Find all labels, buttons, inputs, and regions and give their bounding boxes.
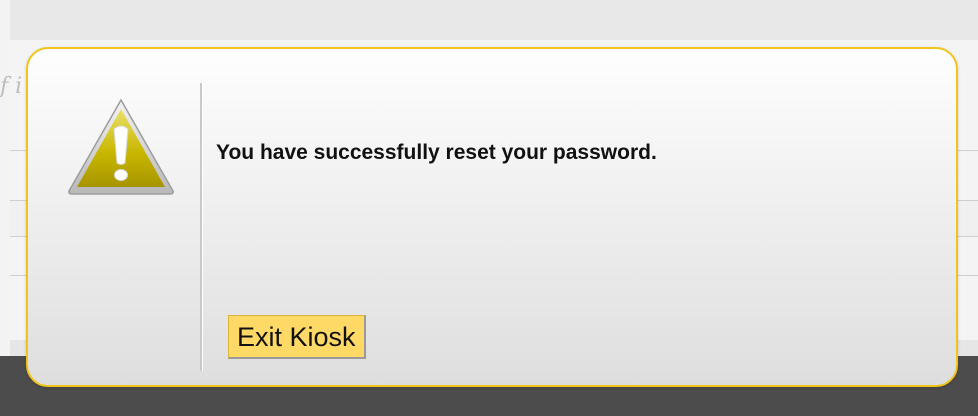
dialog-message: You have successfully reset your passwor… — [216, 141, 657, 164]
password-reset-dialog: You have successfully reset your passwor… — [26, 47, 958, 387]
background-left-strip — [0, 0, 10, 416]
dialog-divider — [200, 83, 202, 371]
background-header — [0, 0, 978, 40]
warning-triangle-icon — [66, 97, 176, 197]
exit-kiosk-button[interactable]: Exit Kiosk — [228, 315, 366, 359]
background-partial-text: f i — [0, 74, 23, 99]
